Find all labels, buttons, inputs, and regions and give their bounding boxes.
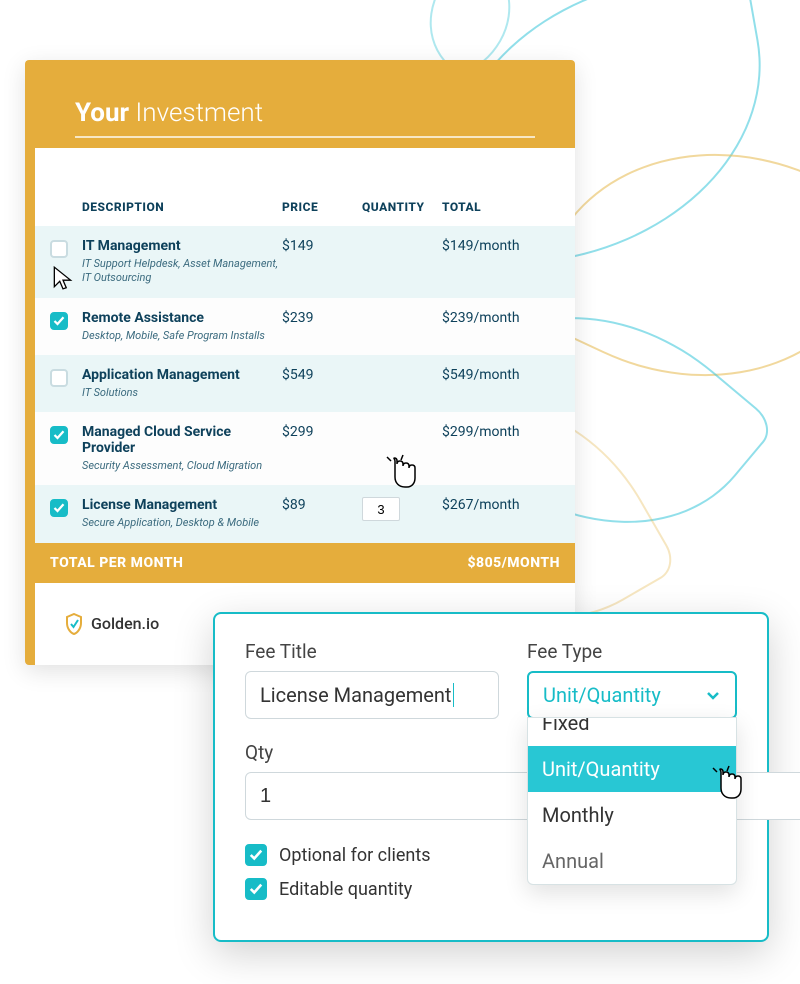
table-row: Managed Cloud Service Provider Security …: [35, 412, 575, 485]
panel-header: Your Investment: [35, 70, 575, 148]
col-price: PRICE: [282, 200, 362, 214]
item-total: $549/month: [442, 367, 560, 383]
item-subtext: Security Assessment, Cloud Migration: [82, 459, 282, 473]
item-total: $239/month: [442, 310, 560, 326]
fee-title-label: Fee Title: [245, 640, 499, 663]
row-checkbox[interactable]: [50, 369, 68, 387]
row-checkbox[interactable]: [50, 426, 68, 444]
table-row: Application Management IT Solutions $549…: [35, 355, 575, 412]
item-name: Application Management: [82, 367, 282, 383]
table-header-row: DESCRIPTION PRICE QUANTITY TOTAL: [35, 188, 575, 226]
fee-editor-panel: Fee Title License Management Fee Type Un…: [213, 612, 769, 942]
item-name: License Management: [82, 497, 282, 513]
total-row: TOTAL PER MONTH $805/MONTH: [35, 543, 575, 583]
table-row: License Management Secure Application, D…: [35, 485, 575, 542]
item-price: $299: [282, 424, 362, 440]
item-name: Managed Cloud Service Provider: [82, 424, 282, 456]
fee-type-label: Fee Type: [527, 640, 737, 663]
row-checkbox[interactable]: [50, 240, 68, 258]
brand-name: Golden.io: [91, 614, 159, 633]
fee-type-option-monthly[interactable]: Monthly: [528, 792, 736, 838]
item-price: $149: [282, 238, 362, 254]
text-caret-icon: [453, 683, 454, 707]
item-subtext: IT Support Helpdesk, Asset Management, I…: [82, 257, 282, 286]
qty-label: Qty: [245, 741, 540, 764]
item-total: $299/month: [442, 424, 560, 440]
item-price: $549: [282, 367, 362, 383]
col-total: TOTAL: [442, 200, 560, 214]
item-subtext: Secure Application, Desktop & Mobile: [82, 516, 282, 530]
item-total: $267/month: [442, 497, 560, 513]
item-name: Remote Assistance: [82, 310, 282, 326]
row-checkbox[interactable]: [50, 499, 68, 517]
col-description: DESCRIPTION: [82, 200, 282, 214]
page-title: Your Investment: [75, 98, 535, 138]
item-price: $89: [282, 497, 362, 513]
col-quantity: QUANTITY: [362, 200, 442, 214]
item-price: $239: [282, 310, 362, 326]
investment-panel: Your Investment DESCRIPTION PRICE QUANTI…: [25, 60, 575, 665]
table-row: IT Management IT Support Helpdesk, Asset…: [35, 226, 575, 298]
total-label: TOTAL PER MONTH: [50, 555, 467, 571]
quantity-input[interactable]: [362, 497, 400, 521]
item-name: IT Management: [82, 238, 282, 254]
fee-title-input[interactable]: License Management: [245, 671, 499, 719]
item-qty: [362, 497, 442, 521]
invoice-body: DESCRIPTION PRICE QUANTITY TOTAL IT Mana…: [35, 148, 575, 665]
item-subtext: IT Solutions: [82, 386, 282, 400]
chevron-down-icon: [705, 687, 721, 703]
total-value: $805/MONTH: [467, 555, 560, 571]
row-checkbox[interactable]: [50, 312, 68, 330]
fee-type-dropdown: Fixed Unit/Quantity Monthly Annual: [527, 717, 737, 885]
table-row: Remote Assistance Desktop, Mobile, Safe …: [35, 298, 575, 355]
qty-input[interactable]: [245, 772, 540, 820]
checkbox-label: Editable quantity: [279, 879, 412, 900]
fee-type-option-annual[interactable]: Annual: [528, 838, 736, 884]
fee-type-option-fixed[interactable]: Fixed: [528, 717, 736, 746]
fee-type-select[interactable]: Unit/Quantity: [527, 671, 737, 719]
item-total: $149/month: [442, 238, 560, 254]
item-subtext: Desktop, Mobile, Safe Program Installs: [82, 329, 282, 343]
fee-type-option-unit-quantity[interactable]: Unit/Quantity: [528, 746, 736, 792]
brand-shield-icon: [65, 613, 83, 635]
checkbox-label: Optional for clients: [279, 845, 431, 866]
